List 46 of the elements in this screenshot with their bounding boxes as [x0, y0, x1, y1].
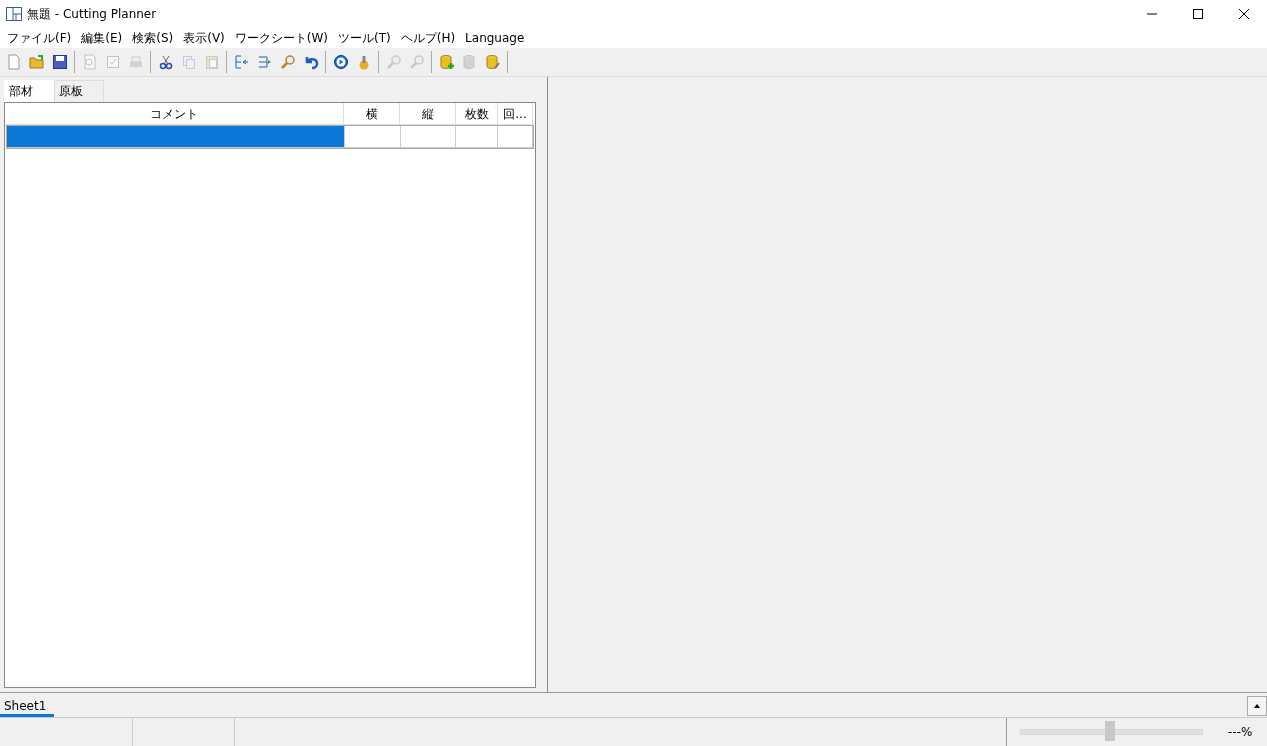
up-arrow-icon	[1254, 704, 1260, 708]
tab[interactable]: 原板	[54, 80, 104, 102]
copy-icon	[180, 54, 197, 70]
zoom-percent: ---%	[1228, 725, 1253, 739]
search-icon	[279, 54, 296, 70]
menu-item[interactable]: ヘルプ(H)	[395, 29, 461, 47]
new-document-icon	[5, 54, 22, 70]
table-cell[interactable]	[400, 126, 457, 148]
menu-item[interactable]: Language	[460, 31, 530, 45]
app-icon	[6, 7, 22, 21]
column-header[interactable]: 枚数	[456, 103, 498, 125]
tab[interactable]: 部材	[4, 80, 54, 102]
column-header[interactable]: 縦	[400, 103, 456, 125]
checkbox-page-icon	[104, 54, 121, 70]
close-icon[interactable]	[1239, 9, 1249, 19]
print-icon	[127, 54, 144, 70]
scroll-up-button[interactable]	[1247, 696, 1267, 716]
save-icon	[51, 54, 68, 70]
column-header[interactable]: 横	[344, 103, 400, 125]
indent-right-icon	[256, 54, 273, 70]
paste-icon	[203, 54, 220, 70]
window-title: 無題 - Cutting Planner	[27, 5, 158, 23]
table-cell[interactable]	[498, 126, 533, 148]
column-header[interactable]: コメント	[5, 103, 344, 125]
open-folder-icon	[28, 54, 45, 70]
table-cell[interactable]	[7, 126, 345, 148]
database-add-icon	[438, 54, 455, 70]
table-cell[interactable]	[344, 126, 401, 148]
slider-thumb[interactable]	[1104, 721, 1115, 741]
zoom-out-icon	[408, 54, 425, 70]
database-wrench-icon	[484, 54, 501, 70]
indent-left-icon	[233, 54, 250, 70]
maximize-icon[interactable]	[1193, 9, 1203, 19]
page-magnifier-icon	[81, 54, 98, 70]
menu-item[interactable]: ツール(T)	[333, 29, 396, 47]
play-icon	[332, 54, 349, 70]
menu-item[interactable]: 編集(E)	[76, 29, 128, 47]
menu-item[interactable]: 表示(V)	[178, 29, 230, 47]
menu-item[interactable]: ワークシート(W)	[229, 29, 333, 47]
cut-icon	[157, 54, 174, 70]
zoom-in-icon	[385, 54, 402, 70]
table-cell[interactable]	[456, 126, 499, 148]
database-icon	[461, 54, 478, 70]
menu-item[interactable]: 検索(S)	[127, 29, 179, 47]
menu-item[interactable]: ファイル(F)	[2, 29, 77, 47]
column-header[interactable]: 回...	[498, 103, 533, 125]
